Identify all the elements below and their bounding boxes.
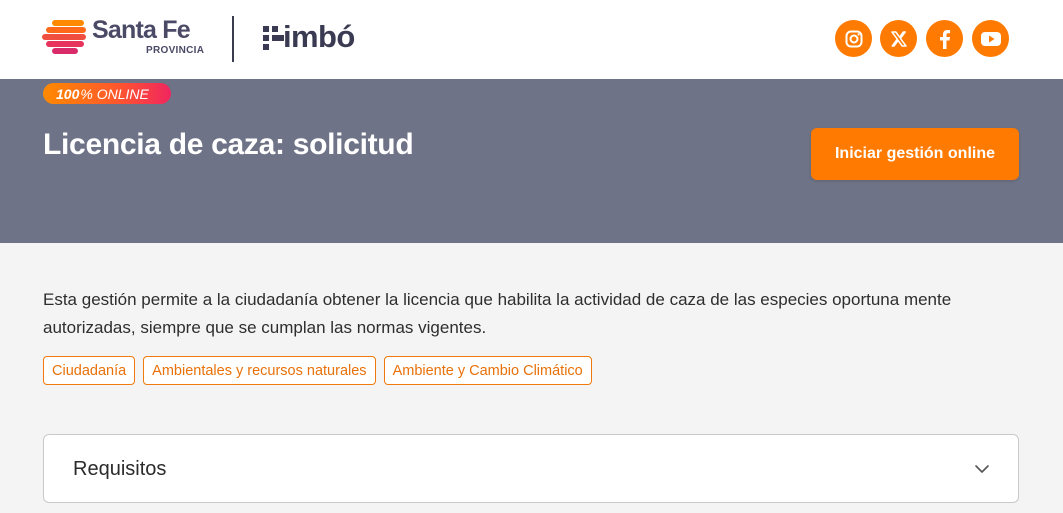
- badge-number: 100: [56, 85, 80, 102]
- tag-ciudadania[interactable]: Ciudadanía: [43, 356, 136, 385]
- brand-subtitle: PROVINCIA: [146, 45, 205, 56]
- x-icon[interactable]: [880, 20, 917, 57]
- hero-banner: 100% ONLINE Licencia de caza: solicitud …: [0, 79, 1063, 243]
- brand-name: Santa Fe: [92, 16, 191, 44]
- page-title: Licencia de caza: solicitud: [43, 128, 414, 161]
- requirements-accordion[interactable]: Requisitos: [43, 434, 1019, 503]
- tag-ambientales[interactable]: Ambientales y recursos naturales: [143, 356, 376, 385]
- facebook-icon[interactable]: [926, 20, 963, 57]
- youtube-icon[interactable]: [972, 20, 1009, 57]
- product-name: imbó: [283, 19, 355, 54]
- online-badge: 100% ONLINE: [43, 83, 171, 104]
- start-online-button[interactable]: Iniciar gestión online: [811, 128, 1019, 180]
- logo-divider: [232, 16, 234, 62]
- site-header: Santa Fe PROVINCIA imbó: [0, 0, 1063, 79]
- accordion-title: Requisitos: [73, 458, 167, 480]
- instagram-icon[interactable]: [835, 20, 872, 57]
- santa-fe-flag-icon: [42, 18, 88, 54]
- timbo-logo[interactable]: imbó: [263, 18, 373, 58]
- procedure-description: Esta gestión permite a la ciudadanía obt…: [43, 290, 952, 337]
- santa-fe-logo[interactable]: Santa Fe PROVINCIA: [42, 16, 212, 60]
- chevron-down-icon[interactable]: [974, 461, 990, 482]
- badge-label: % ONLINE: [80, 85, 149, 102]
- timbo-mark-icon: [263, 26, 285, 50]
- tag-list: Ciudadanía Ambientales y recursos natura…: [43, 356, 592, 385]
- tag-ambiente-cambio-climatico[interactable]: Ambiente y Cambio Climático: [383, 356, 592, 385]
